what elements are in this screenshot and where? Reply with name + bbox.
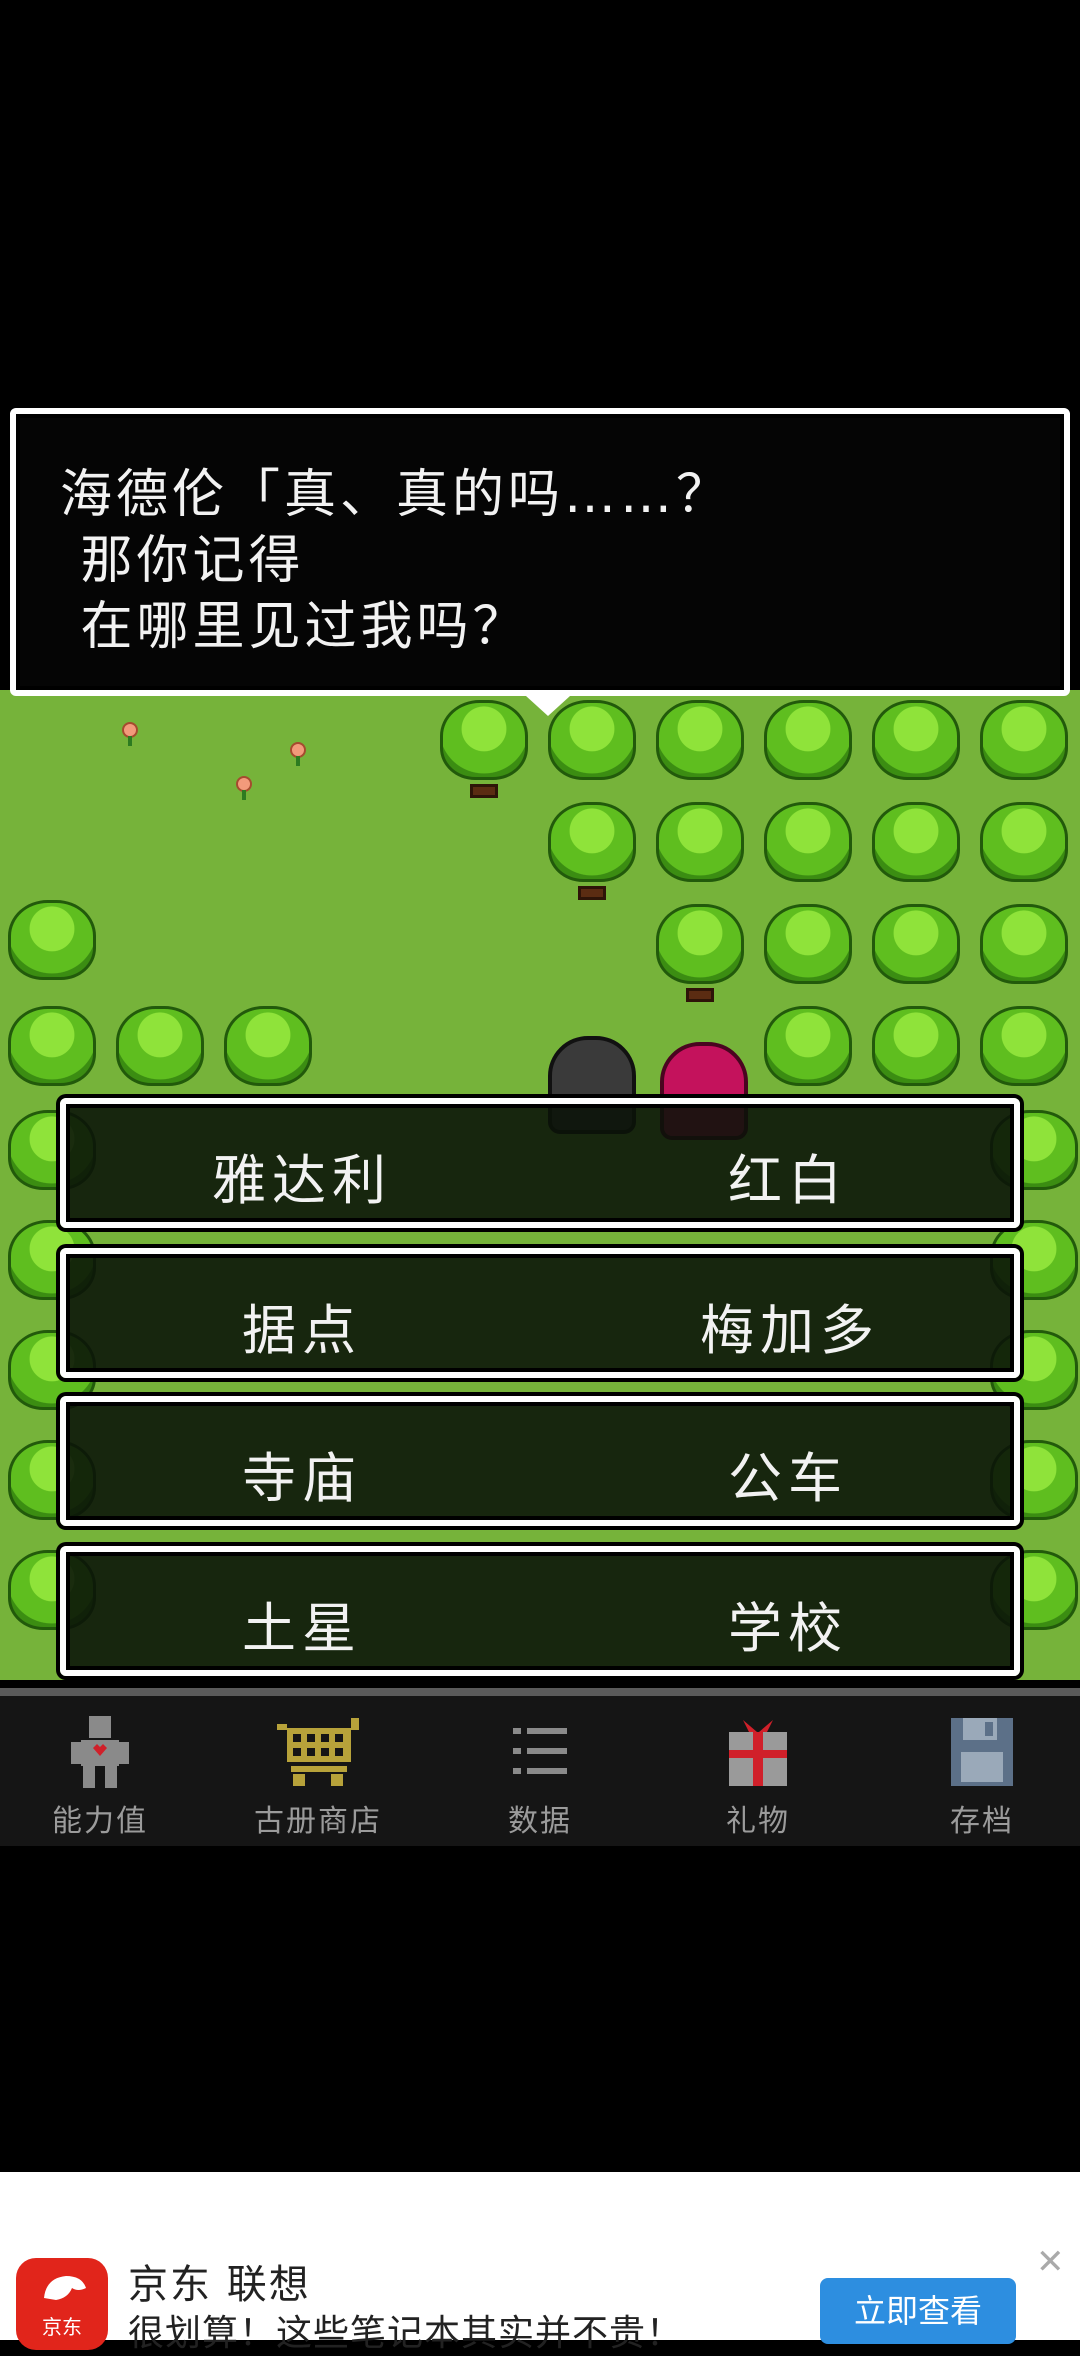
- tree: [872, 700, 960, 790]
- ad-view-button[interactable]: 立即查看: [820, 2278, 1016, 2344]
- nav-gift-button[interactable]: 礼物: [658, 1714, 858, 1840]
- choice-option-right[interactable]: 学校: [728, 1584, 848, 1663]
- nav-save-label: 存档: [950, 1804, 1014, 1839]
- nav-shop-button[interactable]: 古册商店: [218, 1714, 418, 1840]
- shopping-cart-icon: [277, 1718, 359, 1786]
- tree: [764, 1006, 852, 1096]
- bottom-nav: 能力值 古册商店 数据 礼物 存档: [0, 1688, 1080, 1846]
- nav-gift-label: 礼物: [726, 1804, 790, 1839]
- ad-description: 很划算！这些笔记本其实并不贵！: [128, 2313, 684, 2354]
- tree: [872, 1006, 960, 1096]
- flower: [236, 776, 252, 800]
- choice-row-2[interactable]: 据点 梅加多: [60, 1248, 1020, 1378]
- tree: [116, 1006, 204, 1096]
- nav-data-button[interactable]: 数据: [440, 1714, 640, 1840]
- tree: [440, 700, 528, 798]
- floppy-disk-icon: [951, 1718, 1013, 1786]
- ad-banner[interactable]: 京东 京东 联想 很划算！这些笔记本其实并不贵！ 立即查看 ✕: [0, 2172, 1080, 2354]
- flower: [290, 742, 306, 766]
- jd-dog-icon: [44, 2276, 86, 2300]
- nav-stats-button[interactable]: 能力值: [0, 1714, 200, 1840]
- nav-save-button[interactable]: 存档: [882, 1714, 1080, 1840]
- choice-row-4[interactable]: 土星 学校: [60, 1546, 1020, 1676]
- tree: [224, 1006, 312, 1096]
- tree: [764, 802, 852, 892]
- jd-logo: 京东: [16, 2258, 108, 2350]
- tree: [980, 904, 1068, 994]
- tree: [764, 904, 852, 994]
- flower: [122, 722, 138, 746]
- close-icon[interactable]: ✕: [1036, 2242, 1065, 2282]
- list-icon: [513, 1728, 567, 1774]
- tree: [764, 700, 852, 790]
- tree: [872, 904, 960, 994]
- ad-title: 京东 联想: [128, 2262, 311, 2308]
- tree: [872, 802, 960, 892]
- tree: [548, 802, 636, 900]
- tree: [980, 1006, 1068, 1096]
- nav-shop-label: 古册商店: [254, 1804, 382, 1839]
- choice-row-3[interactable]: 寺庙 公车: [60, 1396, 1020, 1526]
- tree: [8, 1006, 96, 1096]
- continue-arrow-icon: [526, 696, 570, 716]
- dialogue-line-3: 在哪里见过我吗？: [60, 597, 529, 657]
- tree: [656, 700, 744, 790]
- tree: [8, 900, 96, 990]
- choice-option-right[interactable]: 梅加多: [700, 1286, 880, 1365]
- tree: [980, 700, 1068, 790]
- choice-option-right[interactable]: 红白: [728, 1136, 848, 1215]
- character-stats-icon: [71, 1716, 129, 1788]
- tree: [656, 904, 744, 1002]
- jd-logo-text: 京东: [42, 2315, 82, 2339]
- choice-option-left[interactable]: 土星: [242, 1584, 362, 1663]
- gift-icon: [729, 1720, 787, 1786]
- choice-option-right[interactable]: 公车: [728, 1434, 848, 1513]
- dialogue-box[interactable]: 海德伦「真、真的吗……？ 那你记得 在哪里见过我吗？: [10, 408, 1070, 716]
- tree: [656, 802, 744, 892]
- choice-option-left[interactable]: 寺庙: [242, 1434, 362, 1513]
- nav-stats-label: 能力值: [52, 1804, 148, 1839]
- tree: [980, 802, 1068, 892]
- dialogue-line-2: 那你记得: [60, 531, 305, 591]
- choice-option-left[interactable]: 雅达利: [212, 1136, 392, 1215]
- dialogue-line-1: 海德伦「真、真的吗……？: [60, 465, 733, 525]
- nav-data-label: 数据: [508, 1804, 572, 1839]
- choice-option-left[interactable]: 据点: [242, 1286, 362, 1365]
- choice-row-1[interactable]: 雅达利 红白: [60, 1098, 1020, 1228]
